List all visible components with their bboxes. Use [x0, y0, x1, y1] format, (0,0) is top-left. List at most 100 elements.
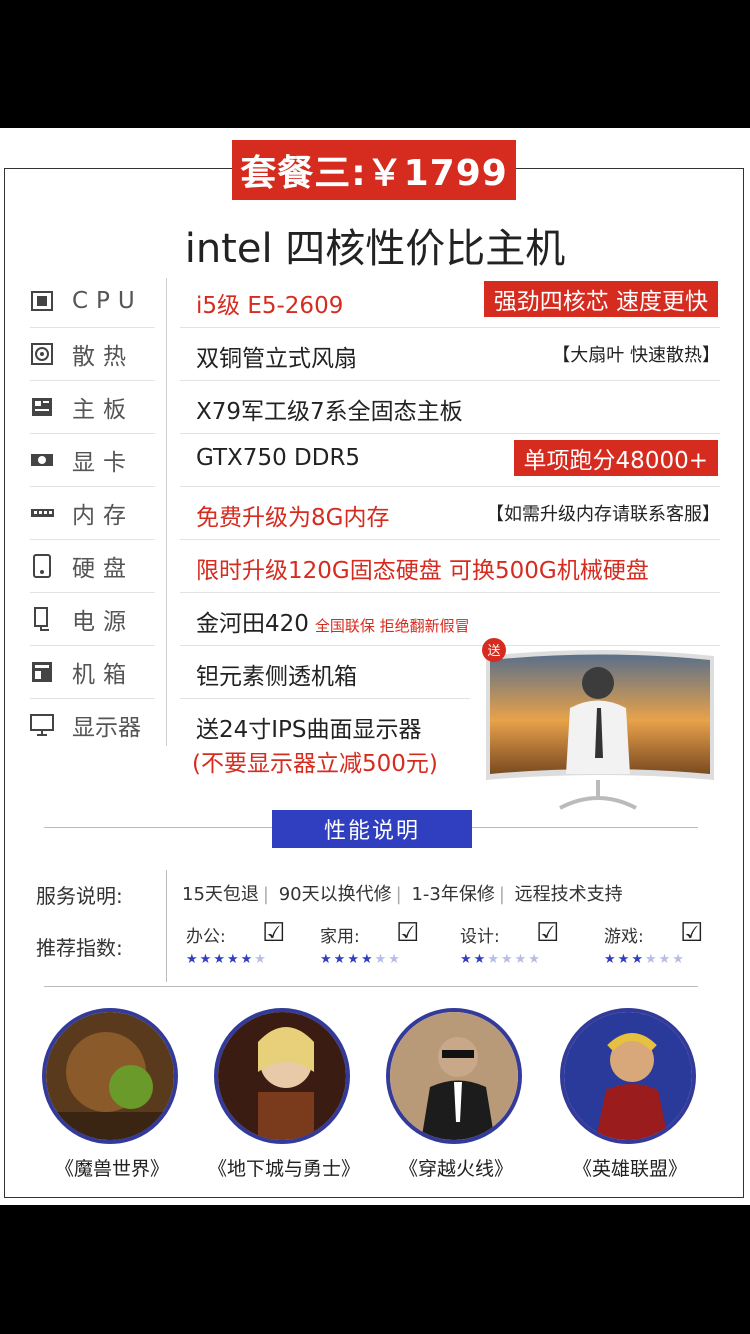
recommend-gaming: 游戏: ☑ ★★★★★★ — [604, 918, 704, 967]
monitor-icon — [30, 714, 54, 736]
star-filled-icon: ★ — [186, 952, 200, 967]
spec-label-case: 机箱 — [30, 646, 155, 699]
spec-label-power: 电源 — [30, 593, 155, 646]
star-filled-icon: ★ — [473, 952, 488, 967]
spec-label-gpu: 显卡 — [30, 434, 155, 487]
service-divider — [166, 870, 167, 982]
star-filled-icon: ★ — [631, 952, 645, 967]
star-filled-icon: ★ — [226, 952, 241, 967]
recommend-office: 办公: ☑ ★★★★★★ — [186, 918, 286, 967]
service-list: 15天包退 | 90天以换代修 | 1-3年保修 | 远程技术支持 — [182, 884, 623, 905]
spec-tag-gpu: 单项跑分48000+ — [513, 440, 718, 476]
star-empty-icon: ★ — [658, 952, 673, 967]
disk-icon — [30, 554, 54, 578]
memory-icon — [30, 503, 54, 523]
fan-icon — [30, 343, 54, 365]
package-banner: 套餐三:￥1799 — [232, 140, 516, 200]
star-empty-icon: ★ — [374, 952, 389, 967]
game-label: 《穿越火线》 — [398, 1158, 513, 1180]
star-filled-icon: ★ — [604, 952, 618, 967]
spec-value-cooling: 双铜管立式风扇 — [196, 346, 357, 372]
monitor-gift-badge: 送 — [487, 643, 500, 658]
checkbox-checked-icon: ☑ — [262, 918, 286, 948]
game-lol: 《英雄联盟》 — [560, 1008, 700, 1181]
service-item: 90天以换代修 — [278, 884, 392, 905]
star-empty-icon: ★ — [254, 952, 268, 967]
spec-value-gpu: GTX750 DDR5 — [196, 445, 361, 471]
spec-label-monitor: 显示器 — [30, 699, 155, 751]
cpu-icon — [30, 291, 54, 311]
star-filled-icon: ★ — [240, 952, 255, 967]
star-empty-icon: ★ — [388, 952, 402, 967]
star-empty-icon: ★ — [500, 952, 515, 967]
spec-value-cpu: i5级 E5-2609 — [196, 293, 344, 319]
power-icon — [30, 607, 54, 631]
gpu-icon — [30, 450, 54, 470]
spec-row-cooling: 双铜管立式风扇 【大扇叶 快速散热】 — [180, 328, 720, 381]
star-empty-icon: ★ — [514, 952, 529, 967]
spec-row-cpu: i5级 E5-2609 强劲四核芯 速度更快 — [180, 275, 720, 328]
recommend-design: 设计: ☑ ★★★★★★ — [460, 918, 560, 967]
star-empty-icon: ★ — [644, 952, 659, 967]
spec-label-memory: 内存 — [30, 487, 155, 540]
spec-note-cooling: 【大扇叶 快速散热】 — [552, 345, 720, 366]
rating-stars: ★★★★★★ — [460, 952, 542, 967]
star-filled-icon: ★ — [320, 952, 334, 967]
spec-tag-cpu: 强劲四核芯 速度更快 — [483, 281, 718, 317]
game-cf: 《穿越火线》 — [386, 1008, 526, 1181]
spec-value-case: 钽元素侧透机箱 — [196, 664, 357, 690]
game-image — [560, 1008, 696, 1144]
game-label: 《英雄联盟》 — [572, 1158, 687, 1180]
product-title: intel 四核性价比主机 — [184, 226, 566, 272]
spec-value-disk: 限时升级120G固态硬盘 可换500G机械硬盘 — [196, 558, 649, 584]
star-filled-icon: ★ — [617, 952, 632, 967]
spec-row-motherboard: X79军工级7系全固态主板 — [180, 381, 720, 434]
spec-label-cpu: CPU — [30, 275, 155, 328]
game-label: 《地下城与勇士》 — [207, 1158, 360, 1180]
spec-row-disk: 限时升级120G固态硬盘 可换500G机械硬盘 — [180, 540, 720, 593]
checkbox-checked-icon: ☑ — [536, 918, 560, 948]
star-empty-icon: ★ — [528, 952, 542, 967]
star-empty-icon: ★ — [487, 952, 501, 967]
rating-stars: ★★★★★★ — [604, 952, 686, 967]
star-empty-icon: ★ — [672, 952, 686, 967]
recommend-label: 推荐指数: — [36, 936, 123, 960]
game-image — [42, 1008, 178, 1144]
star-filled-icon: ★ — [333, 952, 348, 967]
spec-divider — [166, 278, 167, 746]
star-filled-icon: ★ — [199, 952, 214, 967]
service-item: 1-3年保修 — [411, 884, 495, 905]
service-item: 15天包退 — [182, 884, 259, 905]
rating-stars: ★★★★★★ — [186, 952, 268, 967]
spec-row-case: 钽元素侧透机箱 — [180, 646, 470, 699]
spec-row-gpu: GTX750 DDR5 单项跑分48000+ — [180, 434, 720, 487]
rating-stars: ★★★★★★ — [320, 952, 402, 967]
motherboard-icon — [30, 397, 54, 417]
spec-label-disk: 硬盘 — [30, 540, 155, 593]
star-filled-icon: ★ — [347, 952, 361, 967]
spec-row-memory: 免费升级为8G内存 【如需升级内存请联系客服】 — [180, 487, 720, 540]
spec-small-power: 全国联保 拒绝翻新假冒 — [314, 617, 470, 635]
star-filled-icon: ★ — [360, 952, 375, 967]
service-label: 服务说明: — [36, 884, 123, 908]
performance-heading: 性能说明 — [272, 810, 472, 848]
spec-label-cooling: 散热 — [30, 328, 155, 381]
spec-value-monitor-discount: (不要显示器立减500元) — [192, 751, 438, 777]
spec-value-monitor: 送24寸IPS曲面显示器 — [196, 717, 422, 743]
spec-row-monitor: 送24寸IPS曲面显示器 (不要显示器立减500元) — [180, 699, 470, 779]
spec-note-memory: 【如需升级内存请联系客服】 — [486, 504, 720, 525]
spec-value-power: 金河田420 全国联保 拒绝翻新假冒 — [196, 611, 470, 637]
product-card: 套餐三:￥1799 intel 四核性价比主机 CPU 散热 主板 显卡 内存 … — [0, 128, 750, 1205]
recommend-home: 家用: ☑ ★★★★★★ — [320, 918, 420, 967]
game-image — [214, 1008, 350, 1144]
game-label: 《魔兽世界》 — [54, 1158, 169, 1180]
game-image — [386, 1008, 522, 1144]
spec-label-motherboard: 主板 — [30, 381, 155, 434]
checkbox-checked-icon: ☑ — [680, 918, 704, 948]
spec-value-motherboard: X79军工级7系全固态主板 — [196, 399, 463, 425]
section-divider — [44, 986, 698, 987]
checkbox-checked-icon: ☑ — [396, 918, 420, 948]
game-dnf: 《地下城与勇士》 — [208, 1008, 360, 1181]
spec-value-memory: 免费升级为8G内存 — [196, 505, 390, 531]
service-item: 远程技术支持 — [514, 884, 623, 905]
